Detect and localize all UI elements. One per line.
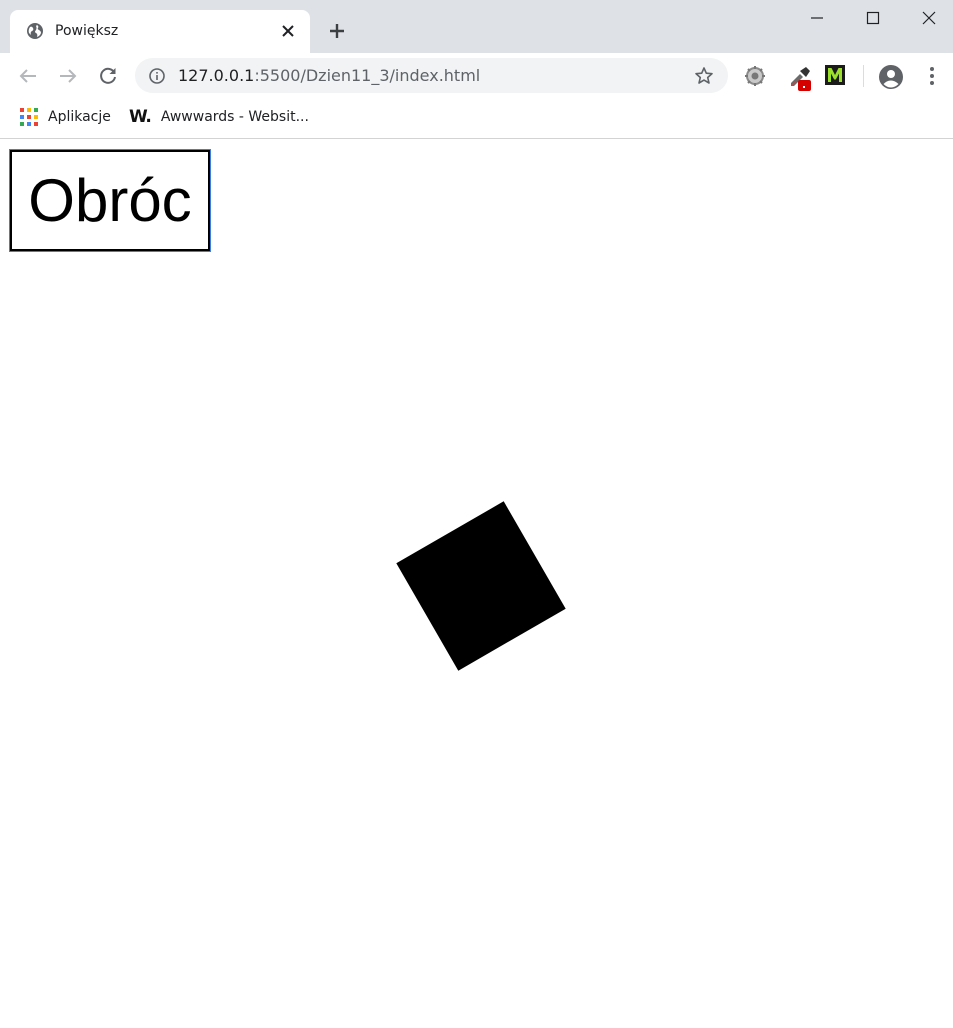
profile-avatar-icon[interactable]	[878, 64, 903, 89]
forward-arrow-icon[interactable]	[56, 64, 80, 88]
bookmark-awwwards[interactable]: W. Awwwards - Websit...	[129, 106, 309, 128]
active-tab[interactable]: Powiększ	[10, 10, 310, 53]
info-icon[interactable]	[148, 67, 166, 85]
tab-title: Powiększ	[55, 23, 119, 39]
maximize-icon[interactable]	[845, 0, 901, 36]
new-tab-icon[interactable]	[326, 20, 348, 42]
tab-strip: Powiększ	[0, 0, 953, 53]
close-tab-icon[interactable]	[280, 23, 296, 39]
bookmark-star-icon[interactable]	[694, 66, 714, 86]
close-window-icon[interactable]	[901, 0, 953, 36]
reload-icon[interactable]	[96, 64, 120, 88]
browser-toolbar: 127.0.0.1:5500/Dzien11_3/index.html	[0, 53, 953, 98]
rotated-square	[396, 501, 566, 671]
rotate-button[interactable]: Obróc	[9, 149, 211, 252]
minimize-icon[interactable]	[789, 0, 845, 36]
bookmarks-bar: Aplikacje W. Awwwards - Websit...	[0, 98, 953, 139]
url-host: 127.0.0.1	[178, 66, 255, 85]
bookmark-apps[interactable]: Aplikacje	[20, 106, 111, 128]
awwwards-logo-icon: W.	[129, 107, 152, 127]
toolbar-separator	[863, 65, 864, 87]
gear-extension-icon[interactable]	[743, 64, 767, 88]
page-viewport: Obróc	[0, 139, 953, 1028]
apps-grid-icon	[20, 108, 38, 126]
menu-kebab-icon[interactable]	[920, 64, 944, 88]
address-bar[interactable]: 127.0.0.1:5500/Dzien11_3/index.html	[135, 58, 728, 93]
browser-window: Powiększ 127.0.0.1:5500/Dzien11_3/index.…	[0, 0, 953, 1028]
globe-icon	[26, 22, 44, 40]
color-picker-extension-icon[interactable]	[786, 64, 811, 91]
bookmark-label: Awwwards - Websit...	[160, 109, 309, 125]
url-text: 127.0.0.1:5500/Dzien11_3/index.html	[178, 66, 480, 85]
url-path: :5500/Dzien11_3/index.html	[254, 66, 481, 85]
back-arrow-icon[interactable]	[16, 64, 40, 88]
m-extension-icon[interactable]	[824, 64, 848, 88]
bookmark-label: Aplikacje	[48, 109, 111, 125]
